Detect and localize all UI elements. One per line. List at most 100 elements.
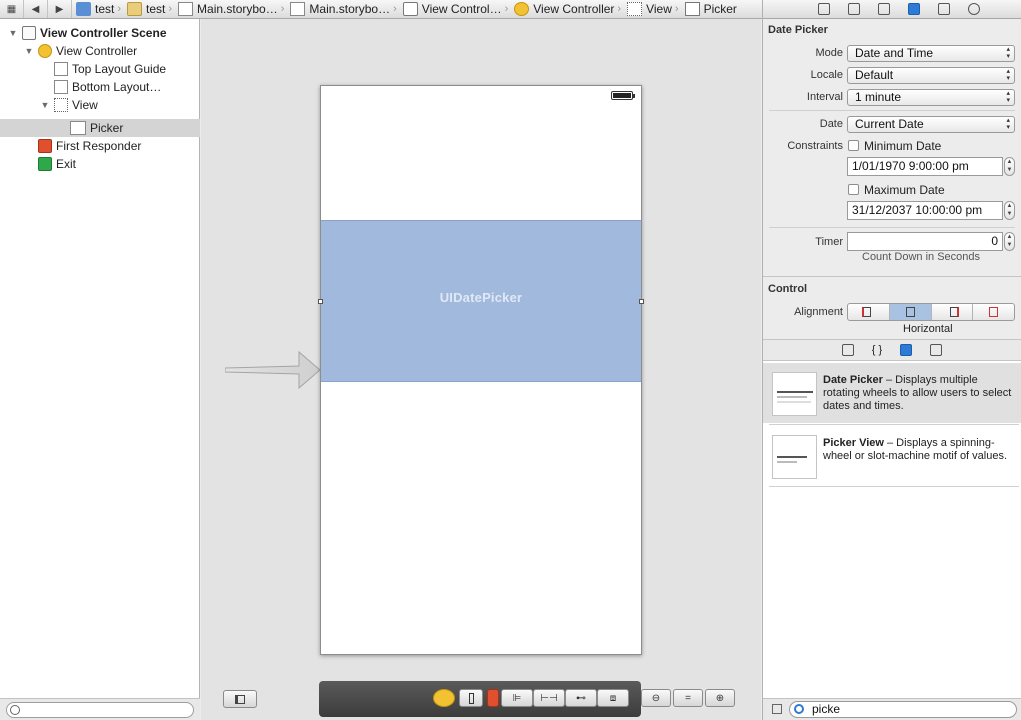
media-library-icon[interactable] bbox=[930, 344, 943, 356]
breadcrumb-folder[interactable]: test › bbox=[123, 0, 174, 18]
breadcrumb-picker[interactable]: Picker bbox=[681, 0, 739, 18]
minimum-date-field[interactable]: 1/01/1970 9:00:00 pm bbox=[847, 157, 1003, 176]
library-item-text: Picker View – Displays a spinning-wheel … bbox=[823, 437, 1013, 463]
divider bbox=[769, 227, 1015, 228]
file-template-icon[interactable] bbox=[841, 344, 854, 356]
resize-handle-left[interactable] bbox=[318, 299, 323, 304]
view-controller-icon bbox=[514, 2, 530, 16]
tab-file-inspector[interactable] bbox=[809, 0, 839, 18]
object-library-icon[interactable] bbox=[900, 344, 913, 356]
align-button[interactable]: ⊫ bbox=[501, 689, 533, 707]
layout-guide-icon bbox=[54, 80, 68, 94]
breadcrumb-storyboard-base[interactable]: Main.storybo… › bbox=[286, 0, 398, 18]
minimum-date-checkbox[interactable] bbox=[848, 140, 859, 151]
resize-handle-right[interactable] bbox=[639, 299, 644, 304]
timer-field[interactable]: 0 bbox=[847, 232, 1003, 251]
zoom-reset-button[interactable]: = bbox=[673, 689, 703, 707]
library-search-input[interactable]: picke bbox=[789, 701, 1017, 718]
breadcrumb-storyboard-file[interactable]: Main.storybo… › bbox=[174, 0, 286, 18]
align-right-icon bbox=[949, 307, 959, 317]
tab-identity-inspector[interactable] bbox=[869, 0, 899, 18]
breadcrumb-scene[interactable]: View Control… › bbox=[399, 0, 510, 18]
alignment-segmented-control[interactable] bbox=[847, 303, 1015, 321]
outline-item-view[interactable]: ▼ View bbox=[0, 96, 200, 114]
tab-quick-help[interactable] bbox=[839, 0, 869, 18]
pin-button[interactable]: ⊢⊣ bbox=[533, 689, 565, 707]
date-popup[interactable]: Current Date bbox=[847, 116, 1015, 133]
timer-hint: Count Down in Seconds bbox=[862, 251, 981, 263]
first-responder-icon[interactable] bbox=[487, 689, 499, 707]
forward-arrow-icon[interactable]: ▶ bbox=[48, 0, 72, 18]
back-arrow-icon[interactable]: ◀ bbox=[24, 0, 48, 18]
alignment-label: Alignment bbox=[794, 306, 843, 318]
zoom-in-button[interactable]: ⊕ bbox=[705, 689, 735, 707]
picker-placeholder-label: UIDatePicker bbox=[439, 289, 523, 305]
view-controller-icon[interactable] bbox=[433, 689, 455, 707]
resolve-icon: ⊷ bbox=[576, 692, 586, 704]
align-fill-segment[interactable] bbox=[973, 304, 1014, 320]
disclosure-triangle-icon[interactable]: ▼ bbox=[40, 100, 50, 110]
grid-view-icon[interactable] bbox=[772, 704, 782, 714]
breadcrumb-view-controller[interactable]: View Controller › bbox=[510, 0, 623, 18]
code-snippet-icon[interactable]: { } bbox=[872, 344, 882, 356]
outline-filter-input[interactable] bbox=[6, 702, 194, 718]
layout-guide-icon bbox=[54, 62, 68, 76]
list-item[interactable]: Date Picker – Displays multiple rotating… bbox=[763, 363, 1021, 423]
align-left-segment[interactable] bbox=[848, 304, 890, 320]
inspector-tab-bar bbox=[763, 0, 1021, 19]
zoom-in-icon: ⊕ bbox=[715, 692, 725, 704]
breadcrumb-view[interactable]: View › bbox=[623, 0, 680, 18]
toggle-outline-button[interactable] bbox=[223, 690, 257, 708]
disclosure-triangle-icon[interactable]: ▼ bbox=[24, 46, 34, 56]
alignment-hint: Horizontal bbox=[903, 323, 953, 335]
align-center-icon bbox=[905, 307, 915, 317]
outline-item-top-layout-guide[interactable]: Top Layout Guide bbox=[0, 60, 200, 78]
zoom-out-button[interactable]: ⊖ bbox=[641, 689, 671, 707]
resolve-layout-button[interactable]: ⊷ bbox=[565, 689, 597, 707]
minimum-date-stepper[interactable]: ▲ ▼ bbox=[1004, 157, 1015, 176]
locale-popup[interactable]: Default bbox=[847, 67, 1015, 84]
align-right-segment[interactable] bbox=[932, 304, 974, 320]
outline-item-view-controller[interactable]: ▼ View Controller bbox=[0, 42, 200, 60]
picker-icon bbox=[684, 2, 700, 16]
breadcrumb-project[interactable]: test › bbox=[72, 0, 123, 18]
outline-item-scene[interactable]: ▼ View Controller Scene bbox=[0, 24, 200, 42]
interval-popup[interactable]: 1 minute bbox=[847, 89, 1015, 106]
maximum-date-checkbox[interactable] bbox=[848, 184, 859, 195]
tab-connections-inspector[interactable] bbox=[959, 0, 989, 18]
storyboard-canvas[interactable]: UIDatePicker ⊫ ⊢⊣ ⊷ ⧈ ⊖ = ⊕ bbox=[201, 19, 761, 720]
first-responder-icon bbox=[38, 139, 52, 153]
tab-size-inspector[interactable] bbox=[929, 0, 959, 18]
library-item-title: Date Picker bbox=[823, 374, 883, 386]
breadcrumb-label: Picker bbox=[703, 2, 737, 16]
maximum-date-stepper[interactable]: ▲ ▼ bbox=[1004, 201, 1015, 220]
outline-item-exit[interactable]: Exit bbox=[0, 155, 200, 173]
outline-label: View Controller bbox=[56, 44, 138, 58]
tab-attributes-inspector[interactable] bbox=[899, 0, 929, 18]
search-icon bbox=[10, 705, 20, 715]
align-center-segment[interactable] bbox=[889, 304, 932, 320]
breadcrumb-label: Main.storybo… bbox=[197, 2, 278, 16]
list-item[interactable]: Picker View – Displays a spinning-wheel … bbox=[763, 426, 1021, 486]
canvas-bottom-toolbar: ⊫ ⊢⊣ ⊷ ⧈ bbox=[319, 681, 641, 717]
timer-stepper[interactable]: ▲ ▼ bbox=[1004, 232, 1015, 251]
minimum-date-label: Minimum Date bbox=[864, 139, 942, 153]
picker-view-thumbnail-icon bbox=[772, 435, 817, 479]
size-class-button[interactable] bbox=[459, 689, 483, 707]
resizing-behavior-button[interactable]: ⧈ bbox=[597, 689, 629, 707]
maximum-date-field[interactable]: 31/12/2037 10:00:00 pm bbox=[847, 201, 1003, 220]
related-items-grid-icon[interactable]: ▦ bbox=[0, 0, 24, 18]
date-picker-element[interactable]: UIDatePicker bbox=[318, 220, 644, 382]
section-title-control: Control bbox=[768, 283, 808, 295]
iphone-view-frame[interactable]: UIDatePicker bbox=[318, 85, 644, 655]
outline-item-bottom-layout-guide[interactable]: Bottom Layout… bbox=[0, 78, 200, 96]
outline-item-first-responder[interactable]: First Responder bbox=[0, 137, 200, 155]
mode-popup[interactable]: Date and Time bbox=[847, 45, 1015, 62]
outline-label: Picker bbox=[90, 121, 124, 135]
mode-label: Mode bbox=[815, 47, 843, 59]
breadcrumb-label: Main.storybo… bbox=[309, 2, 391, 16]
align-fill-icon bbox=[989, 307, 999, 317]
connections-arrow-icon bbox=[968, 3, 980, 15]
outline-item-picker[interactable]: Picker bbox=[0, 119, 200, 137]
disclosure-triangle-icon[interactable]: ▼ bbox=[8, 28, 18, 38]
